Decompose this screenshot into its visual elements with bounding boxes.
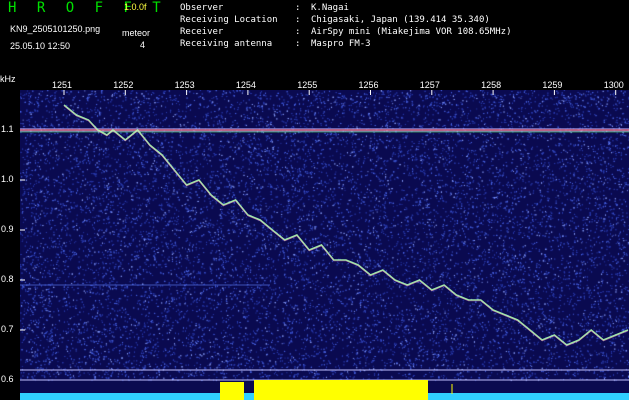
observer-value: K.Nagai [311, 3, 349, 13]
y-tick-label: 0.8 [1, 274, 14, 284]
x-tick-label: 1251 [52, 80, 73, 90]
spectrogram-chart [20, 90, 629, 400]
x-tick-label: 1254 [235, 80, 256, 90]
separator: : [295, 27, 301, 37]
separator: : [295, 15, 301, 25]
x-tick-label: 1300 [603, 80, 624, 90]
antenna-value: Maspro FM-3 [311, 39, 371, 49]
station-info: Observer: K.Nagai Receiving Location: Chig… [180, 2, 511, 50]
observer-row: Observer: K.Nagai [180, 2, 511, 14]
y-tick-label: 1.0 [1, 174, 14, 184]
antenna-key: Receiving antenna [180, 39, 273, 49]
x-tick-label: 1256 [358, 80, 379, 90]
x-tick-label: 1259 [542, 80, 563, 90]
separator: : [295, 3, 301, 13]
version-label: 1.0.0f [124, 2, 147, 12]
y-unit-label: kHz [0, 74, 16, 84]
x-tick-label: 1257 [419, 80, 440, 90]
datetime-label: 25.05.10 12:50 [10, 41, 71, 51]
antenna-row: Receiving antenna: Maspro FM-3 [180, 38, 511, 50]
doppler-trace-echo [63, 105, 629, 347]
x-tick-label: 1253 [174, 80, 195, 90]
location-row: Receiving Location: Chigasaki, Japan (139… [180, 14, 511, 26]
y-tick-label: 0.9 [1, 224, 14, 234]
x-tick-label: 1258 [481, 80, 502, 90]
header-panel: H R O F F T 1.0.0f KN9_2505101250.png me… [0, 0, 629, 78]
filename-label: KN9_2505101250.png [10, 24, 101, 34]
y-tick-label: 0.7 [1, 324, 14, 334]
x-tick-label: 1255 [297, 80, 318, 90]
mode-label: meteor [122, 28, 151, 38]
meteor-level-burst [254, 380, 428, 400]
mode-value: 4 [140, 40, 146, 50]
location-value: Chigasaki, Japan (139.414 35.340) [311, 15, 490, 25]
y-tick-label: 0.6 [1, 374, 14, 384]
x-tick-label: 1252 [113, 80, 134, 90]
receiver-key: Receiver [180, 27, 224, 37]
meteor-level-burst [220, 382, 244, 400]
receiver-value: AirSpy mini (Miakejima VOR 108.65MHz) [311, 27, 512, 37]
y-tick-label: 1.1 [1, 124, 14, 134]
receiver-row: Receiver: AirSpy mini (Miakejima VOR 108.… [180, 26, 511, 38]
doppler-trace [63, 104, 629, 346]
separator: : [295, 39, 301, 49]
location-key: Receiving Location [180, 15, 278, 25]
observer-key: Observer [180, 3, 224, 13]
